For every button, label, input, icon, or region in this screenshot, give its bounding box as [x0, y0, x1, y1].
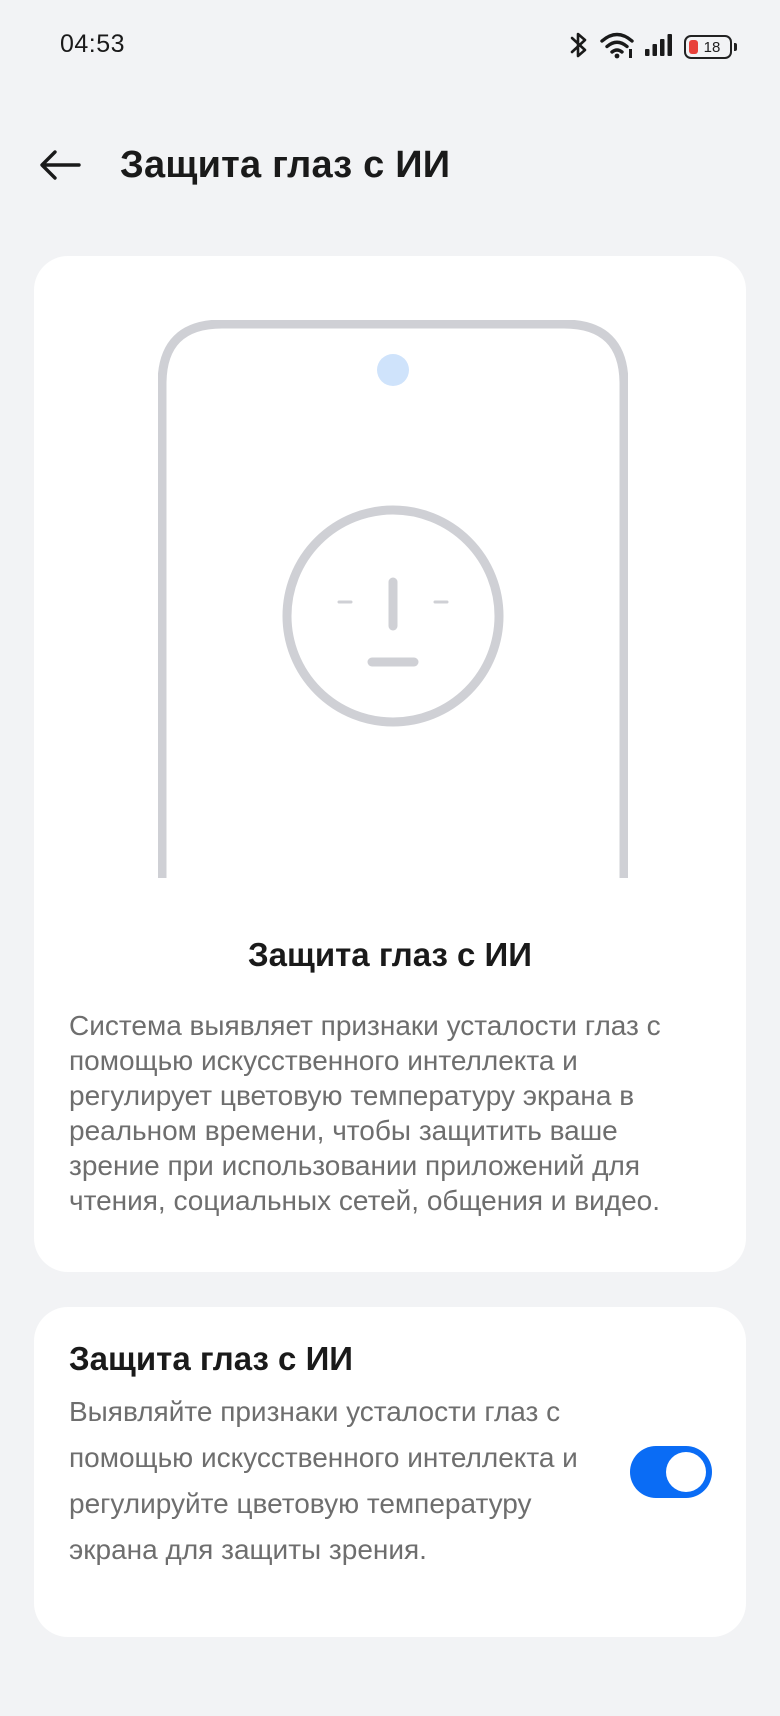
app-header: Защита глаз с ИИ [0, 120, 780, 220]
toggle-knob [666, 1452, 706, 1492]
feature-title: Защита глаз с ИИ [247, 936, 532, 973]
status-icons: 18 [568, 30, 737, 65]
page-title: Защита глаз с ИИ [120, 144, 451, 186]
setting-description: Выявляйте признаки усталости глаз с помо… [69, 1396, 578, 1565]
eye-protection-toggle[interactable] [630, 1446, 712, 1498]
setting-card[interactable]: Защита глаз с ИИ Выявляйте признаки уста… [34, 1307, 746, 1637]
setting-title: Защита глаз с ИИ [69, 1340, 354, 1377]
screen: 04:53 18 Защита глаз с ИИ Защита глаз с … [0, 0, 780, 1716]
phone-face-illustration [157, 319, 629, 880]
feature-info-card: Защита глаз с ИИ Система выявляет призна… [34, 256, 746, 1272]
camera-dot [377, 354, 409, 386]
status-bar: 04:53 18 [0, 0, 780, 96]
feature-description: Система выявляет признаки усталости глаз… [69, 1010, 661, 1216]
back-button[interactable] [36, 142, 86, 192]
back-arrow-icon [39, 149, 83, 186]
battery-level-text: 18 [703, 38, 721, 56]
signal-icon [644, 32, 674, 63]
wifi-icon [600, 31, 634, 64]
status-time: 04:53 [60, 30, 126, 58]
battery-icon: 18 [684, 35, 737, 59]
bluetooth-icon [568, 30, 590, 65]
